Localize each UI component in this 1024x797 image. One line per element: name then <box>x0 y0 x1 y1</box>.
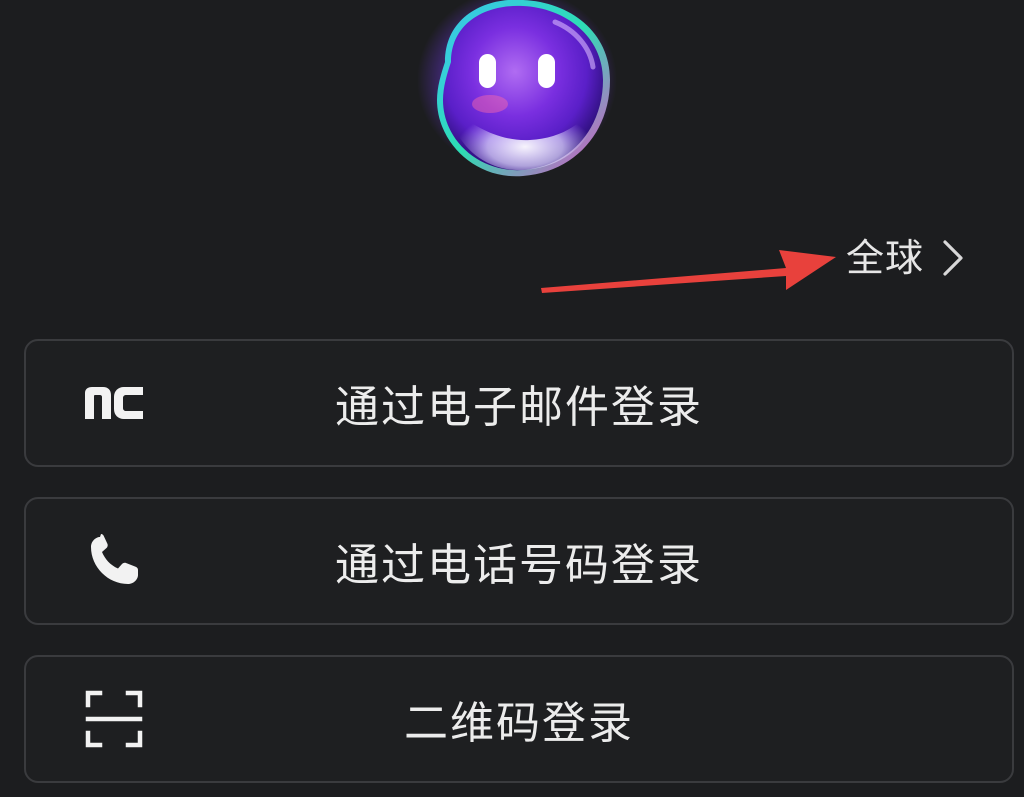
region-selector[interactable]: 全球 <box>846 234 966 282</box>
login-qr-button[interactable]: 二维码登录 <box>24 655 1014 783</box>
qr-scan-icon <box>81 686 147 752</box>
mascot-logo <box>417 0 617 177</box>
mascot-right-eye <box>538 54 555 88</box>
nc-logo-icon <box>81 370 147 436</box>
login-qr-label: 二维码登录 <box>404 698 634 749</box>
login-phone-button[interactable]: 通过电话号码登录 <box>24 497 1014 625</box>
login-email-label: 通过电子邮件登录 <box>335 382 703 433</box>
login-email-button[interactable]: 通过电子邮件登录 <box>24 339 1014 467</box>
login-phone-label: 通过电话号码登录 <box>335 540 703 591</box>
login-screen: 全球 通过电子邮件登录 通过电话号码登录 二维码登录 <box>0 0 1024 797</box>
region-label: 全球 <box>846 236 925 280</box>
chevron-right-icon <box>943 240 963 276</box>
mascot-left-eye <box>479 54 496 88</box>
phone-icon <box>81 528 147 594</box>
